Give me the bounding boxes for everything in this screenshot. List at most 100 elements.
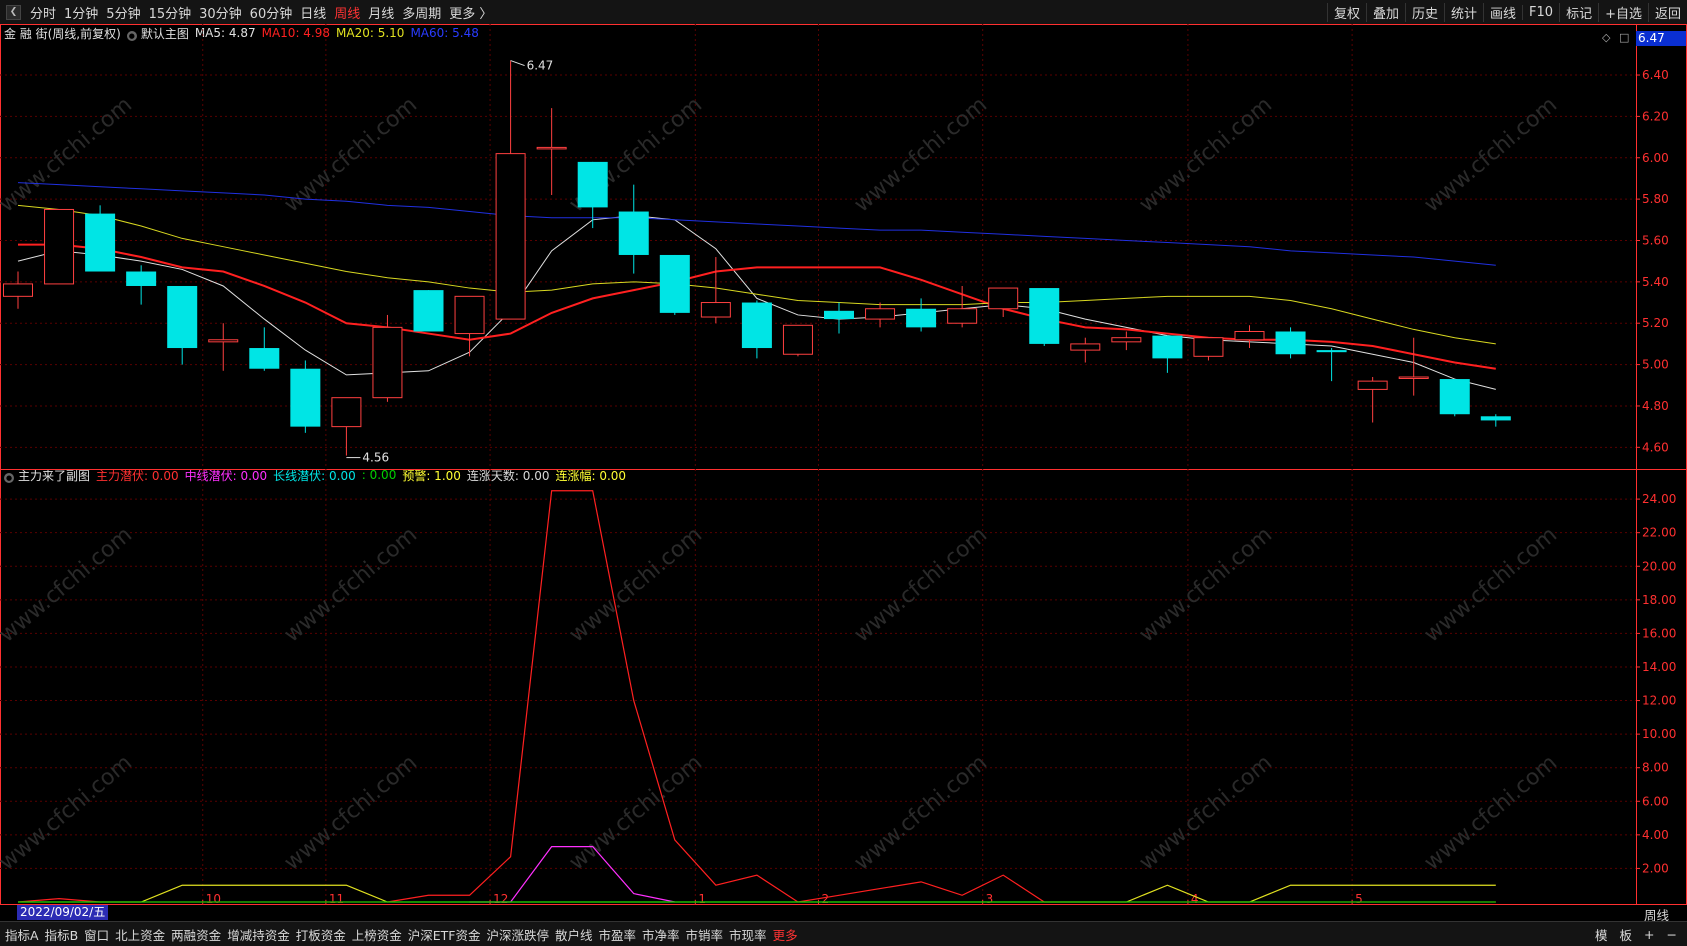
watermark-text: www.cfchi.com [1135,750,1277,875]
template-control-0[interactable]: 模 [1589,925,1614,944]
indicator-tab-2[interactable]: 窗口 [81,925,112,944]
main-y-tick-label: 6.00 [1642,151,1669,165]
indicator-tab-13[interactable]: 市销率 [683,925,727,944]
x-tick-label: 1 [698,892,706,905]
candle-body-up[interactable] [331,397,362,428]
candle-body-up[interactable] [536,146,567,150]
candle-body-up[interactable] [865,308,896,320]
candle-body-down[interactable] [1316,350,1347,353]
candle-body-up[interactable] [454,295,485,335]
indicator-tab-7[interactable]: 上榜资金 [349,925,405,944]
indicator-tab-1[interactable]: 指标B [42,925,82,944]
candle-body-up[interactable] [947,308,978,324]
candle-body-down[interactable] [906,308,937,328]
candle-body-down[interactable] [413,290,444,332]
candle-body-down[interactable] [290,368,321,427]
candle-body-up[interactable] [1111,337,1142,343]
main-y-tick-label: 5.60 [1642,233,1669,247]
indicator-tab-10[interactable]: 散户线 [552,925,596,944]
candle-body-up[interactable] [3,283,33,297]
template-controls: 模板 + − [1589,922,1683,946]
ma-line-ma60 [17,182,1496,266]
watermark-text: www.cfchi.com [1135,522,1277,647]
indicator-tab-9[interactable]: 沪深涨跌停 [483,925,552,944]
candle-body-down[interactable] [1029,288,1060,344]
bottom-indicator-bar: 指标A 指标B 窗口 北上资金 两融资金 增减持资金 打板资金 上榜资金 沪深ETF资金 沪深涨跌… [0,921,1687,946]
watermark-text: www.cfchi.com [850,522,992,647]
indicator-tab-0[interactable]: 指标A [2,925,42,944]
max-marker-arrow [510,60,525,67]
main-y-tick-label: 6.40 [1642,68,1669,82]
candle-body-down[interactable] [1152,335,1183,359]
sub-y-tick-label: 6.00 [1642,794,1669,808]
template-control-1[interactable]: 板 [1614,925,1639,944]
watermark-text: www.cfchi.com [280,522,422,647]
candle-body-down[interactable] [126,271,157,286]
watermark-text: www.cfchi.com [565,750,707,875]
main-y-tick-label: 5.00 [1642,358,1669,372]
sub-y-tick-label: 18.00 [1642,593,1676,607]
watermark-text: www.cfchi.com [0,750,137,875]
candle-body-down[interactable] [577,161,608,208]
candle-body-down[interactable] [85,213,116,272]
candle-body-up[interactable] [1234,330,1265,341]
candle-body-up[interactable] [700,302,731,318]
sub-y-tick-label: 4.00 [1642,828,1669,842]
indicator-tab-4[interactable]: 两融资金 [168,925,224,944]
indicator-tab-14[interactable]: 市现率 [726,925,770,944]
watermark-text: www.cfchi.com [850,750,992,875]
indicator-tab-6[interactable]: 打板资金 [293,925,349,944]
sub-y-tick-label: 14.00 [1642,660,1676,674]
candle-body-down[interactable] [1480,416,1511,421]
main-y-tick-label: 5.40 [1642,275,1669,289]
main-y-tick-label: 6.20 [1642,109,1669,123]
indicator-tabs: 指标A 指标B 窗口 北上资金 两融资金 增减持资金 打板资金 上榜资金 沪深ETF资金 沪深涨跌… [2,922,801,946]
candle-body-down[interactable] [249,348,280,369]
last-price-tag: 6.47 [1636,31,1686,46]
candle-body-up[interactable] [372,326,403,399]
kline-chart[interactable]: 4.60 4.80 5.00 5.20 5.40 5.60 5.80 6.00 6.20 6.40… [0,0,1687,905]
indicator-tab-12[interactable]: 市净率 [639,925,683,944]
sub-y-tick-label: 2.00 [1642,861,1669,875]
candle-body-down[interactable] [1275,331,1306,355]
indicator-tab-8[interactable]: 沪深ETF资金 [405,925,484,944]
candle-body-up[interactable] [208,339,239,343]
candle-body-up[interactable] [782,324,813,355]
watermark-text: www.cfchi.com [1420,522,1562,647]
candle-body-up[interactable] [1357,380,1388,390]
candle-body-up[interactable] [1070,343,1101,351]
template-control-2[interactable]: + [1638,927,1660,942]
x-tick-label: 10 [206,892,221,905]
candle-body-down[interactable] [1439,379,1470,415]
candle-body-down[interactable] [824,310,854,320]
candle-body-down[interactable] [741,302,772,349]
template-control-3[interactable]: − [1661,927,1683,942]
candle-body-down[interactable] [167,285,198,349]
main-y-tick-label: 4.60 [1642,440,1669,454]
candle-body-up[interactable] [44,208,75,285]
main-y-tick-label: 5.20 [1642,316,1669,330]
indicator-tab-15[interactable]: 更多 [770,925,801,944]
sub-y-tick-label: 12.00 [1642,694,1676,708]
sub-y-tick-label: 20.00 [1642,559,1676,573]
sub-y-tick-label: 24.00 [1642,492,1676,506]
watermark-text: www.cfchi.com [1420,750,1562,875]
x-tick-label: 3 [986,892,994,905]
sub-y-tick-label: 22.00 [1642,526,1676,540]
candle-body-up[interactable] [1193,337,1224,357]
candle-body-up[interactable] [495,153,526,320]
candle-body-down[interactable] [618,211,649,255]
sub-y-tick-label: 16.00 [1642,626,1676,640]
sub-y-tick-label: 8.00 [1642,761,1669,775]
candle-body-up[interactable] [1398,376,1429,379]
candle-body-up[interactable] [988,287,1019,310]
candle-body-down[interactable] [659,254,690,313]
indicator-tab-5[interactable]: 增减持资金 [224,925,293,944]
indicator-tab-3[interactable]: 北上资金 [112,925,168,944]
indicator-tab-11[interactable]: 市盈率 [596,925,640,944]
watermark-text: www.cfchi.com [0,522,137,647]
main-y-tick-label: 4.80 [1642,399,1669,413]
watermark-text: www.cfchi.com [565,522,707,647]
x-tick-label: 12 [493,892,508,905]
sub-series-line-2 [18,884,1496,903]
